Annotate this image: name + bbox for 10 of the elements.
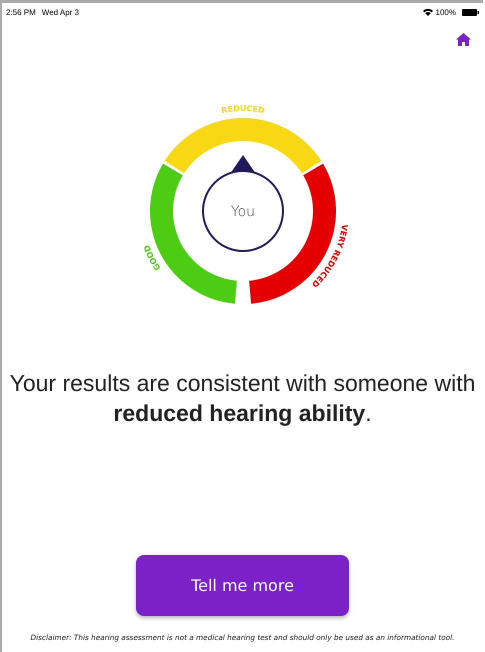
wifi-icon xyxy=(422,8,433,16)
tell-me-more-button[interactable]: Tell me more xyxy=(136,555,349,616)
home-icon[interactable] xyxy=(456,33,471,46)
status-date: Wed Apr 3 xyxy=(42,8,80,16)
you-label: You xyxy=(230,204,255,220)
result-message: Your results are consistent with someone with reduced hearing ability. xyxy=(8,369,476,428)
status-time: 2:56 PM xyxy=(6,8,36,16)
gauge-label: REDUCED xyxy=(220,104,265,116)
battery-percent: 100% xyxy=(436,8,456,16)
battery-icon xyxy=(462,8,479,16)
